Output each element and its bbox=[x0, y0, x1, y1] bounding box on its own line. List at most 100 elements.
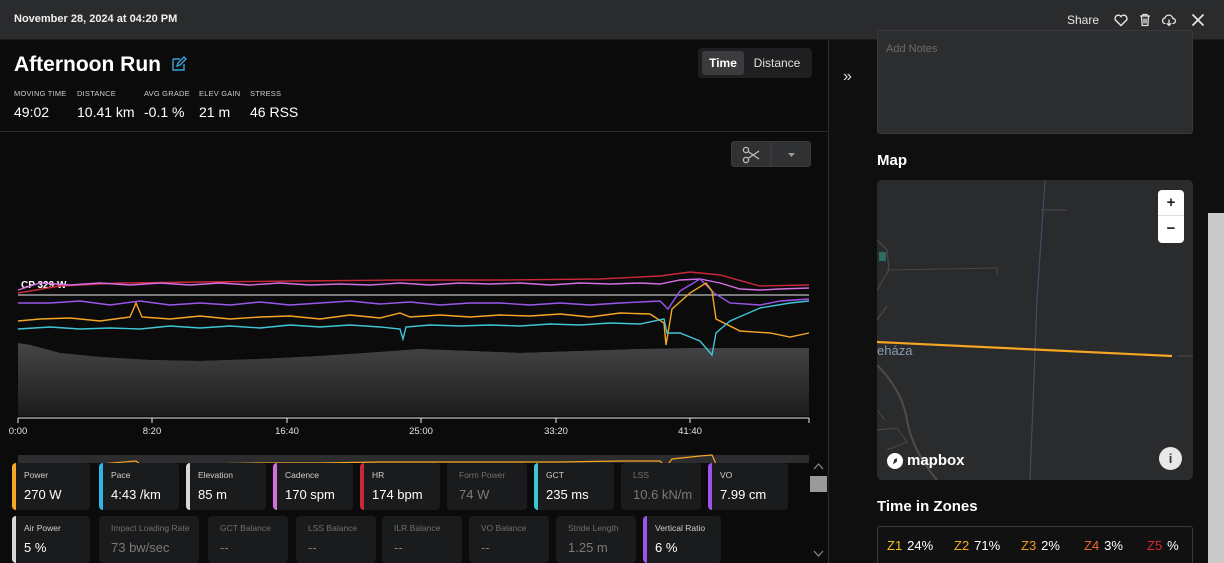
chart-svg: CP 329 W 0:00 8:20 16:40 25:00 33:20 41:… bbox=[9, 271, 810, 463]
metric-value: 85 m bbox=[198, 487, 227, 502]
activity-chart[interactable]: CP 329 W 0:00 8:20 16:40 25:00 33:20 41:… bbox=[0, 133, 827, 463]
color-bar bbox=[12, 463, 16, 510]
zones-title: Time in Zones bbox=[877, 498, 978, 515]
metric-label: GCT bbox=[546, 470, 564, 480]
zone-percent: 3% bbox=[1104, 538, 1123, 553]
map-title: Map bbox=[877, 152, 907, 169]
stat-avg-grade: AVG GRADE -0.1 % bbox=[144, 89, 190, 120]
metric-tile-stride-length[interactable]: Stride Length 1.25 m bbox=[556, 516, 636, 563]
route-map[interactable]: eháza + − mapbox i bbox=[877, 180, 1193, 480]
scroll-thumb[interactable] bbox=[810, 476, 827, 492]
metric-value: 74 W bbox=[459, 487, 490, 502]
metric-value: 270 W bbox=[24, 487, 62, 502]
metric-value: 10.6 kN/m bbox=[633, 487, 693, 502]
x-tick-label: 25:00 bbox=[409, 426, 433, 437]
x-tick-label: 41:40 bbox=[678, 426, 702, 437]
metric-value: 170 spm bbox=[285, 487, 335, 502]
toggle-distance[interactable]: Distance bbox=[748, 51, 806, 75]
trash-icon[interactable] bbox=[1137, 12, 1153, 28]
metric-tile-form-power[interactable]: Form Power 74 W bbox=[447, 463, 527, 510]
color-bar bbox=[360, 463, 364, 510]
metric-value: 174 bpm bbox=[372, 487, 423, 502]
stat-label: ELEV GAIN bbox=[199, 89, 241, 98]
stat-moving-time: MOVING TIME 49:02 bbox=[14, 89, 66, 120]
metric-label: GCT Balance bbox=[220, 523, 271, 533]
edit-icon[interactable] bbox=[171, 56, 187, 72]
activity-date: November 28, 2024 at 04:20 PM bbox=[14, 13, 178, 25]
metric-value: 5 % bbox=[24, 540, 47, 555]
metric-label: Pace bbox=[111, 470, 131, 480]
metric-value: -- bbox=[220, 540, 229, 555]
scroll-down-icon[interactable] bbox=[813, 550, 824, 557]
x-tick-label: 0:00 bbox=[9, 426, 28, 437]
metric-tile-vertical-ratio[interactable]: Vertical Ratio 6 % bbox=[643, 516, 721, 563]
zone-key: Z1 bbox=[887, 538, 903, 553]
metric-label: ILR Balance bbox=[394, 523, 441, 533]
zone-key: Z5 bbox=[1147, 538, 1163, 553]
metric-tile-vo-balance[interactable]: VO Balance -- bbox=[469, 516, 549, 563]
time-in-zones: Z1 24% Z2 71% Z3 2% Z4 3% Z5% bbox=[877, 526, 1193, 563]
zone-z3: Z3 2% bbox=[1021, 538, 1060, 553]
map-place-label: eháza bbox=[877, 343, 913, 358]
zone-percent: 24% bbox=[907, 538, 934, 553]
x-tick-label: 33:20 bbox=[544, 426, 568, 437]
tiles-scrollbar[interactable] bbox=[810, 463, 827, 563]
collapse-panel-icon[interactable]: » bbox=[843, 68, 852, 86]
mapbox-logo[interactable]: mapbox bbox=[887, 452, 965, 469]
color-bar bbox=[99, 463, 103, 510]
metric-value: -- bbox=[308, 540, 317, 555]
share-button[interactable]: Share bbox=[1067, 13, 1099, 27]
metric-label: Stride Length bbox=[568, 523, 619, 533]
stat-value: -0.1 % bbox=[144, 104, 185, 120]
metric-tile-elevation[interactable]: Elevation 85 m bbox=[186, 463, 266, 510]
metric-tile-power[interactable]: Power 270 W bbox=[12, 463, 90, 510]
x-ticks bbox=[17, 418, 810, 423]
metric-tile-gct-balance[interactable]: GCT Balance -- bbox=[208, 516, 288, 563]
color-bar bbox=[12, 516, 16, 563]
metric-tile-pace[interactable]: Pace 4:43 /km bbox=[99, 463, 179, 510]
power-series bbox=[17, 282, 810, 346]
metric-label: VO Balance bbox=[481, 523, 527, 533]
close-icon[interactable] bbox=[1190, 12, 1206, 28]
scroll-up-icon[interactable] bbox=[813, 463, 824, 470]
metric-tile-cadence[interactable]: Cadence 170 spm bbox=[273, 463, 353, 510]
metric-tile-gct[interactable]: GCT 235 ms bbox=[534, 463, 614, 510]
metric-tile-vo[interactable]: VO 7.99 cm bbox=[708, 463, 788, 510]
color-bar bbox=[534, 463, 538, 510]
mapbox-icon bbox=[887, 452, 903, 469]
side-panel: Add Notes Map eháza + − mapbox i Time in… bbox=[874, 30, 1224, 563]
metric-label: VO bbox=[720, 470, 733, 480]
metric-tile-air-power[interactable]: Air Power 5 % bbox=[12, 516, 90, 563]
heart-icon[interactable] bbox=[1113, 12, 1129, 28]
zoom-in-button[interactable]: + bbox=[1158, 190, 1184, 216]
stat-label: DISTANCE bbox=[77, 89, 116, 98]
page-scrollbar[interactable] bbox=[1208, 213, 1224, 563]
panel-divider: » bbox=[828, 40, 874, 563]
zone-percent: % bbox=[1167, 538, 1179, 553]
zone-percent: 71% bbox=[974, 538, 1001, 553]
cloud-download-icon[interactable] bbox=[1161, 12, 1177, 28]
zoom-out-button[interactable]: − bbox=[1158, 216, 1184, 242]
x-tick-label: 8:20 bbox=[143, 426, 162, 437]
color-bar bbox=[186, 463, 190, 510]
metric-tile-ilr-balance[interactable]: ILR Balance -- bbox=[382, 516, 462, 563]
notes-field[interactable]: Add Notes bbox=[877, 30, 1193, 134]
metric-value: 235 ms bbox=[546, 487, 589, 502]
metric-tile-impact-loading-rate[interactable]: Impact Loading Rate 73 bw/sec bbox=[99, 516, 199, 563]
stat-value: 46 RSS bbox=[250, 104, 299, 120]
zone-z1: Z1 24% bbox=[887, 538, 933, 553]
gct-series bbox=[17, 300, 810, 357]
zone-z4: Z4 3% bbox=[1084, 538, 1123, 553]
metric-label: Power bbox=[24, 470, 49, 480]
metric-value: 73 bw/sec bbox=[111, 540, 170, 555]
info-icon[interactable]: i bbox=[1159, 447, 1182, 470]
activity-panel: Afternoon Run Time Distance MOVING TIME … bbox=[0, 40, 827, 563]
toggle-time[interactable]: Time bbox=[702, 51, 744, 75]
route-line bbox=[877, 340, 1173, 358]
metric-label: HR bbox=[372, 470, 385, 480]
zone-z2: Z2 71% bbox=[954, 538, 1000, 553]
stat-label: MOVING TIME bbox=[14, 89, 67, 98]
metric-tile-lss[interactable]: LSS 10.6 kN/m bbox=[621, 463, 701, 510]
metric-tile-hr[interactable]: HR 174 bpm bbox=[360, 463, 440, 510]
metric-tile-lss-balance[interactable]: LSS Balance -- bbox=[296, 516, 376, 563]
